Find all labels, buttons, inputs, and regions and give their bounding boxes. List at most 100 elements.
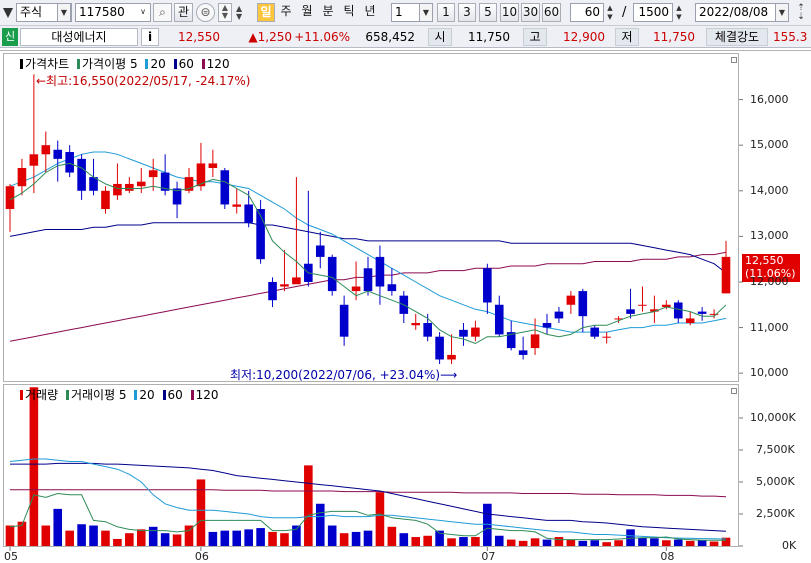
volume-ma60-line [10, 462, 727, 532]
candle-body [685, 318, 695, 324]
x-tick-label: 05 [4, 550, 18, 563]
volume-bar [602, 542, 611, 546]
volume-bar [471, 537, 480, 546]
price-tick-label: 11,000 [750, 320, 789, 334]
volume-bar [423, 535, 432, 546]
candle-body [673, 302, 683, 319]
volume-bar [578, 540, 588, 546]
candle-body [339, 304, 349, 337]
volume-bar [160, 533, 170, 546]
candle-body [136, 181, 146, 187]
x-tick-label: 07 [481, 550, 496, 563]
volume-bar [399, 533, 409, 546]
volume-bar [697, 540, 707, 546]
volume-bar [136, 529, 146, 546]
candle-body [101, 190, 110, 210]
volume-bar [387, 526, 397, 546]
candle-body [638, 304, 647, 306]
volume-legend: 거래량 거래이평 5 20 60 120 [20, 388, 223, 402]
legend-vma60: 60 [162, 388, 185, 402]
volume-bar [113, 538, 122, 546]
volume-bar [327, 525, 337, 546]
candle-body [626, 309, 635, 314]
candle-body [435, 336, 444, 360]
legend-price: 가격차트 [20, 57, 71, 71]
volume-bar [232, 530, 242, 546]
candle-body [29, 154, 39, 166]
candle-body [554, 311, 564, 319]
legend-vma120: 120 [190, 388, 221, 402]
volume-tick-label: 10,000K [750, 411, 796, 424]
volume-bar [53, 508, 63, 546]
price-tick-label: 10,000 [750, 366, 789, 380]
price-tick-label: 13,000 [750, 229, 789, 243]
volume-tick-label: 0K [782, 539, 797, 552]
volume-tick-label: 5,000K [756, 475, 795, 488]
candle-body [721, 256, 731, 294]
high-annotation: ←최고:16,550(2022/05/17, -24.17%) [36, 74, 251, 88]
legend-price-swatch [20, 59, 23, 69]
volume-bar [530, 538, 540, 546]
volume-bar [268, 531, 277, 546]
candle-body [125, 183, 134, 191]
volume-bar [554, 537, 564, 546]
volume-bar [280, 533, 289, 546]
legend-ma120: 120 [201, 57, 232, 71]
candle-body [41, 145, 51, 155]
volume-bar [29, 387, 39, 546]
candle-body [77, 158, 86, 191]
candle-body [363, 268, 373, 292]
volume-bar [363, 530, 373, 546]
volume-bar [494, 535, 504, 546]
price-tick-label: 14,000 [750, 183, 789, 197]
candle-body [566, 295, 576, 305]
volume-bar [662, 540, 671, 546]
last-price-tag-value: 12,550 [745, 254, 784, 267]
volume-bar [709, 541, 719, 546]
volume-bar [614, 540, 623, 546]
volume-bar [566, 539, 576, 546]
candle-body [113, 183, 122, 196]
volume-bar [172, 534, 182, 546]
volume-bar [65, 530, 74, 546]
candle-body [411, 323, 421, 326]
volume-bar [650, 538, 659, 546]
volume-bar [125, 533, 134, 546]
candle-body [315, 245, 325, 257]
volume-bar [506, 539, 516, 546]
candle-body [65, 152, 74, 173]
volume-bar [208, 531, 218, 546]
volume-tick-label: 7,500K [756, 443, 795, 456]
volume-bar [638, 537, 647, 546]
volume-tick-label: 2,500K [756, 507, 795, 520]
volume-bar [590, 540, 600, 546]
volume-ma120-line [10, 489, 727, 498]
candle-body [17, 167, 27, 187]
volume-bar [89, 525, 98, 546]
candle-body [220, 170, 230, 205]
legend-vma5: 거래이평 5 [65, 388, 129, 402]
candle-body [471, 327, 480, 337]
price-tick-label: 12,000 [750, 274, 789, 288]
legend-ma20: 20 [145, 57, 167, 71]
volume-bar [315, 503, 325, 546]
volume-bar [41, 525, 51, 546]
volume-bar [685, 540, 695, 546]
price-tick-label: 16,000 [750, 92, 789, 106]
x-tick-label: 08 [660, 550, 675, 563]
candle-body [483, 268, 492, 303]
candle-body [148, 170, 158, 178]
volume-bar [447, 538, 456, 546]
candle-body [280, 284, 289, 287]
candle-body [578, 291, 588, 317]
volume-bar [542, 539, 552, 546]
volume-bar [304, 465, 313, 546]
volume-bar [256, 528, 265, 546]
candle-body [268, 281, 277, 301]
volume-bar [459, 537, 468, 546]
candle-body [423, 323, 432, 337]
volume-bar [351, 531, 361, 546]
low-annotation: 최저:10,200(2022/07/06, +23.04%)⟶ [230, 368, 458, 382]
legend-vma20: 20 [134, 388, 156, 402]
candle-body [208, 163, 218, 168]
